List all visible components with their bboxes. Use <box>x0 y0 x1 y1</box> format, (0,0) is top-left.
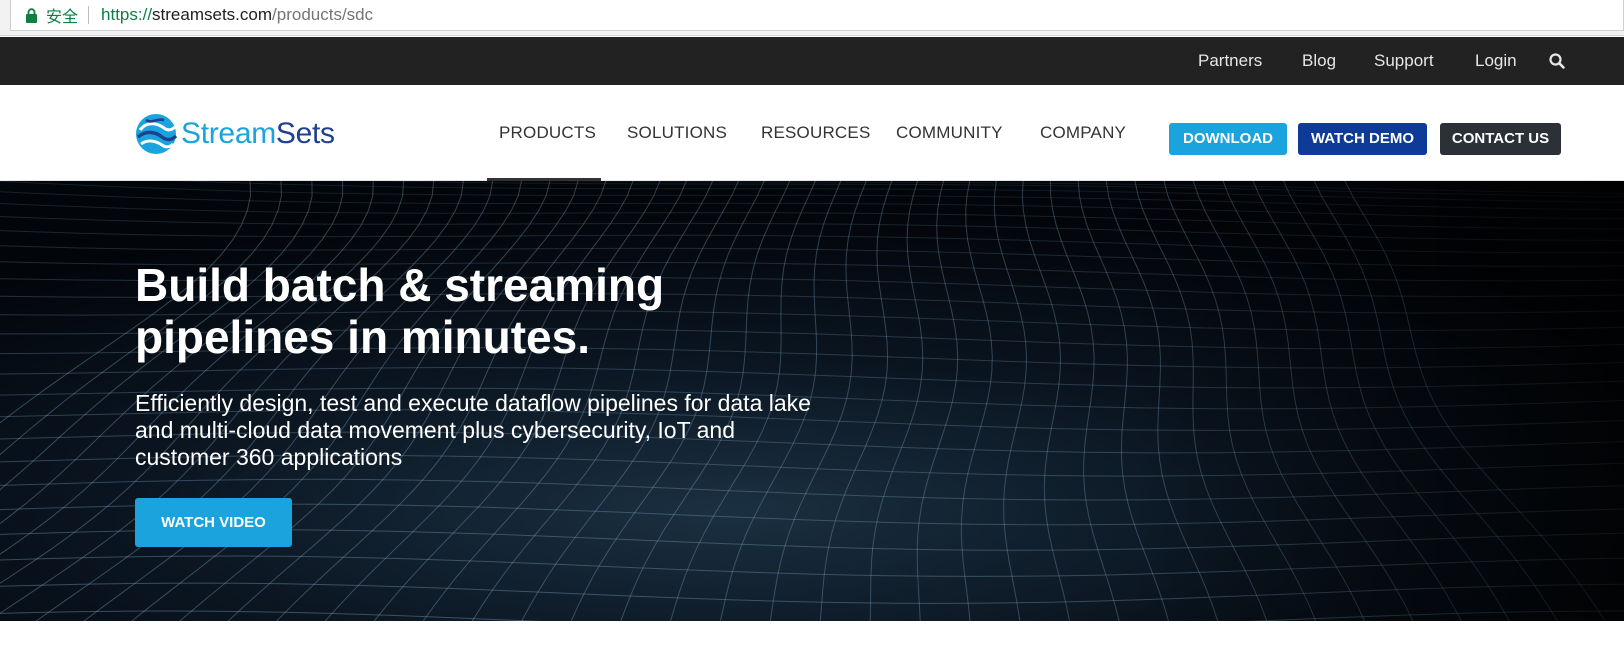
nav-item-company[interactable]: COMPANY <box>1040 85 1126 181</box>
hero-title-line1: Build batch & streaming <box>135 259 665 311</box>
streamsets-logo-icon <box>136 114 178 154</box>
hero-banner: Build batch & streaming pipelines in min… <box>0 181 1624 621</box>
utility-bar: Partners Blog Support Login <box>0 37 1624 85</box>
url-host: streamsets.com <box>152 5 273 24</box>
hero-title: Build batch & streaming pipelines in min… <box>135 259 855 363</box>
main-header: StreamSets PRODUCTS SOLUTIONS RESOURCES … <box>0 85 1624 181</box>
streamsets-logo[interactable]: StreamSets <box>134 112 335 156</box>
brand-name: StreamSets <box>181 117 335 151</box>
nav-item-community[interactable]: COMMUNITY <box>896 85 1003 181</box>
brand-name-part2: Sets <box>275 117 335 150</box>
util-link-blog[interactable]: Blog <box>1302 37 1336 85</box>
hero-subtitle: Efficiently design, test and execute dat… <box>135 390 811 470</box>
contact-us-button[interactable]: CONTACT US <box>1440 123 1561 155</box>
url-path: /products/sdc <box>272 5 374 24</box>
watch-video-button[interactable]: WATCH VIDEO <box>135 498 292 547</box>
secure-label: 安全 <box>46 7 79 26</box>
browser-address-bar: 安全 https:// streamsets.com /products/sdc <box>0 0 1624 36</box>
nav-item-resources[interactable]: RESOURCES <box>761 85 871 181</box>
nav-item-solutions[interactable]: SOLUTIONS <box>627 85 727 181</box>
url-scheme: https:// <box>101 5 153 24</box>
util-link-support[interactable]: Support <box>1374 37 1434 85</box>
util-link-login[interactable]: Login <box>1475 37 1517 85</box>
nav-item-products[interactable]: PRODUCTS <box>499 85 596 181</box>
brand-name-part1: Stream <box>181 117 276 150</box>
watch-demo-button[interactable]: WATCH DEMO <box>1298 123 1427 155</box>
util-link-partners[interactable]: Partners <box>1198 37 1262 85</box>
lock-icon <box>26 7 37 23</box>
address-separator <box>88 6 90 24</box>
hero-title-line2: pipelines in minutes. <box>135 311 590 363</box>
search-icon[interactable] <box>1548 52 1566 70</box>
url-field[interactable]: 安全 https:// streamsets.com /products/sdc <box>10 0 1624 31</box>
download-button[interactable]: DOWNLOAD <box>1169 123 1287 155</box>
